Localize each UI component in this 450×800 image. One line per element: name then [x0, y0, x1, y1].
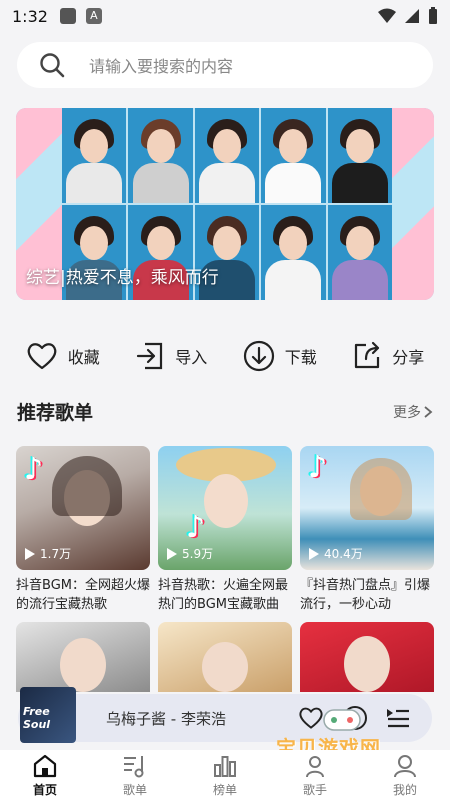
- banner-photo: [194, 108, 260, 203]
- play-count: 1.7万: [24, 545, 71, 562]
- playlist-cover[interactable]: [158, 622, 292, 692]
- section-title: 推荐歌单: [17, 402, 94, 424]
- banner-photo: [327, 108, 392, 203]
- share-button[interactable]: 分享: [352, 341, 424, 371]
- tab-charts[interactable]: 榜单: [185, 753, 265, 798]
- playlist-cover: ♪ 5.9万: [158, 446, 292, 570]
- heart-icon[interactable]: [298, 706, 324, 730]
- playlist-card[interactable]: ♪ 40.4万 『抖音热门盘点』引爆流行，一秒心动: [300, 446, 434, 614]
- play-icon: [167, 547, 177, 560]
- tab-singers-label: 歌手: [302, 782, 327, 797]
- play-pause-icon[interactable]: [342, 705, 368, 731]
- playlist-card[interactable]: ♪ 1.7万 抖音BGM：全网超火爆的流行宝藏热歌: [16, 446, 150, 614]
- singer-icon: [306, 755, 324, 777]
- favorite-label: 收藏: [67, 348, 100, 367]
- playlist-title: 抖音热歌：火遍全网最热门的BGM宝藏歌曲: [158, 578, 289, 612]
- heart-icon: [27, 343, 57, 370]
- play-icon: [25, 547, 35, 560]
- banner-photo: [128, 108, 193, 203]
- banner-photo: [261, 108, 326, 203]
- import-button[interactable]: 导入: [135, 341, 207, 371]
- more-link[interactable]: 更多: [393, 402, 433, 422]
- banner-caption: 综艺|热爱不息，乘风而行: [26, 268, 219, 288]
- playlist-cover: ♪ 1.7万: [16, 446, 150, 570]
- tab-playlists-label: 歌单: [122, 782, 147, 797]
- tab-singers[interactable]: 歌手: [275, 753, 355, 798]
- music-list-icon: [124, 755, 144, 777]
- playlist-title: 『抖音热门盘点』引爆流行，一秒心动: [300, 578, 431, 612]
- playlist-card[interactable]: ♪ 5.9万 抖音热歌：火遍全网最热门的BGM宝藏歌曲: [158, 446, 292, 614]
- home-icon: [33, 754, 57, 777]
- search-bar[interactable]: 请输入要搜索的内容: [17, 42, 433, 88]
- quick-actions: 收藏 导入 下载 分享: [0, 336, 450, 376]
- favorite-button[interactable]: 收藏: [26, 341, 100, 371]
- search-input[interactable]: 请输入要搜索的内容: [89, 53, 233, 77]
- chevron-right-icon: [424, 405, 433, 418]
- banner-photo: [62, 108, 127, 203]
- playlist-cover: ♪ 40.4万: [300, 446, 434, 570]
- download-icon: [243, 340, 274, 372]
- status-time: 1:32: [12, 6, 48, 26]
- banner-photo: [327, 205, 392, 300]
- wifi-icon: [378, 8, 396, 23]
- signal-icon: [405, 9, 419, 23]
- tiktok-logo-icon: ♪: [186, 510, 206, 545]
- notification-icon: [59, 8, 76, 24]
- tab-home[interactable]: 首页: [5, 753, 85, 798]
- player-cover-text: Free Soul: [23, 705, 51, 731]
- import-label: 导入: [175, 348, 208, 367]
- playlist-grid-row-2: [16, 622, 434, 692]
- tab-mine-label: 我的: [392, 782, 417, 797]
- status-bar: 1:32 A: [0, 0, 450, 32]
- share-icon: [355, 341, 380, 369]
- tab-charts-label: 榜单: [212, 782, 237, 797]
- banner[interactable]: 综艺|热爱不息，乘风而行: [16, 108, 434, 300]
- play-count-value: 5.9万: [182, 547, 214, 561]
- bottom-tab-bar: 首页 歌单 榜单 歌手 我的: [0, 750, 450, 800]
- play-count-value: 40.4万: [324, 547, 363, 561]
- playlist-title: 抖音BGM：全网超火爆的流行宝藏热歌: [16, 578, 150, 612]
- app-notification-icon: A: [85, 8, 102, 24]
- play-icon: [309, 547, 319, 560]
- import-icon: [137, 342, 163, 370]
- recommended-header: 推荐歌单 更多: [17, 398, 433, 425]
- playlist-cover[interactable]: [300, 622, 434, 692]
- banner-photo: [261, 205, 326, 300]
- share-label: 分享: [392, 348, 425, 367]
- tab-home-label: 首页: [32, 782, 57, 797]
- search-icon: [40, 53, 65, 78]
- play-count-value: 1.7万: [40, 547, 72, 561]
- playlist-queue-icon[interactable]: [386, 707, 410, 729]
- banner-decoration: [392, 108, 434, 300]
- more-label: 更多: [393, 404, 421, 421]
- tab-playlists[interactable]: 歌单: [95, 753, 175, 798]
- mini-player[interactable]: Free Soul 乌梅子酱 - 李荣浩: [18, 687, 432, 743]
- chart-icon: [214, 755, 236, 777]
- download-button[interactable]: 下载: [243, 340, 317, 372]
- player-cover-art: Free Soul: [20, 687, 76, 743]
- tiktok-logo-icon: ♪: [24, 452, 44, 487]
- tiktok-logo-icon: ♪: [308, 450, 328, 485]
- tab-mine[interactable]: 我的: [365, 753, 445, 798]
- play-count: 40.4万: [308, 545, 363, 562]
- profile-icon: [394, 754, 416, 777]
- playlist-cover[interactable]: [16, 622, 150, 692]
- playlist-grid: ♪ 1.7万 抖音BGM：全网超火爆的流行宝藏热歌 ♪ 5.9万 抖音热歌：火遍…: [16, 446, 434, 614]
- battery-icon: [429, 7, 437, 24]
- play-count: 5.9万: [166, 545, 213, 562]
- player-song-title: 乌梅子酱 - 李荣浩: [106, 709, 226, 728]
- download-label: 下载: [284, 348, 317, 367]
